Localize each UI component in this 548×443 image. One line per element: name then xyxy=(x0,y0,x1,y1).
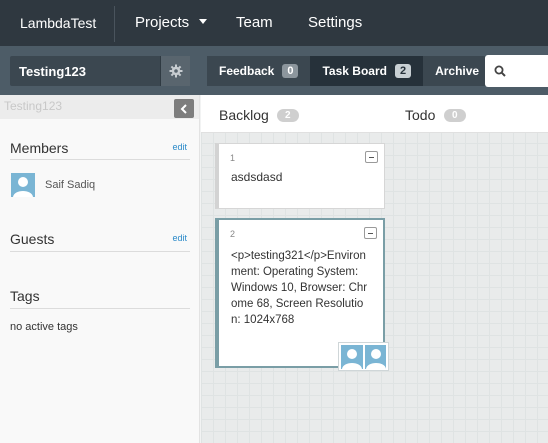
task-id: 1 xyxy=(230,153,236,163)
tab-feedback[interactable]: Feedback 0 xyxy=(207,56,311,86)
tags-heading: Tags xyxy=(10,288,40,304)
feedback-count-badge: 0 xyxy=(282,64,299,78)
members-edit-link[interactable]: edit xyxy=(172,142,187,152)
avatar xyxy=(364,345,386,369)
sidebar-project-title: Testing123 xyxy=(4,99,63,113)
brand-link[interactable]: LambdaTest xyxy=(20,15,96,31)
user-icon xyxy=(365,349,386,369)
column-backlog-count: 2 xyxy=(277,109,299,122)
task-board-count-badge: 2 xyxy=(394,64,412,78)
tab-feedback-label: Feedback xyxy=(219,64,275,78)
user-icon xyxy=(13,177,33,197)
column-header-row: Backlog 2 Todo 0 xyxy=(201,95,548,133)
minimize-card-button[interactable] xyxy=(365,151,378,163)
project-toolbar: Testing123 Feedback 0 Task Board 2 Archi… xyxy=(0,46,548,95)
nav-team[interactable]: Team xyxy=(236,14,273,31)
nav-projects-label: Projects xyxy=(135,14,190,31)
chevron-down-icon xyxy=(199,19,208,24)
task-id: 2 xyxy=(230,229,236,239)
chevron-left-icon xyxy=(180,103,187,114)
member-name: Saif Sadiq xyxy=(45,179,96,191)
task-text: <p>testing321</p>Environment: Operating … xyxy=(231,250,368,326)
collapse-sidebar-button[interactable] xyxy=(174,99,194,118)
tab-task-board[interactable]: Task Board 2 xyxy=(310,56,424,86)
task-card[interactable]: 1 asdsdasd xyxy=(215,143,385,209)
guests-heading: Guests xyxy=(10,231,55,247)
nav-divider xyxy=(114,6,115,42)
project-selector[interactable]: Testing123 xyxy=(10,56,190,86)
search-input[interactable] xyxy=(485,55,548,87)
sidebar-header: Testing123 xyxy=(0,95,199,119)
sidebar: Testing123 Members edit Saif Sadiq Guest… xyxy=(0,95,200,443)
tags-empty-text: no active tags xyxy=(10,321,78,333)
column-todo-title: Todo xyxy=(405,107,436,123)
tab-archive[interactable]: Archive xyxy=(423,56,492,86)
divider xyxy=(10,308,190,309)
avatar[interactable] xyxy=(11,173,35,197)
column-todo-count: 0 xyxy=(444,109,466,122)
minimize-card-button[interactable] xyxy=(364,227,377,239)
members-heading: Members xyxy=(10,140,69,156)
column-backlog-title: Backlog xyxy=(219,107,269,123)
view-tabs: Feedback 0 Task Board 2 Archive xyxy=(207,56,492,86)
divider xyxy=(10,159,190,160)
avatar xyxy=(341,345,363,369)
top-nav: LambdaTest Projects Team Settings xyxy=(0,0,548,46)
gear-icon xyxy=(169,64,182,78)
card-assignees[interactable] xyxy=(338,342,389,371)
tab-task-board-label: Task Board xyxy=(322,64,387,78)
nav-settings[interactable]: Settings xyxy=(308,14,362,31)
guests-edit-link[interactable]: edit xyxy=(172,233,187,243)
task-text: asdsdasd xyxy=(231,170,283,184)
divider xyxy=(10,251,190,252)
project-settings-button[interactable] xyxy=(160,56,190,86)
nav-projects[interactable]: Projects xyxy=(135,14,208,31)
project-name: Testing123 xyxy=(19,64,86,79)
user-icon xyxy=(342,349,362,369)
tab-archive-label: Archive xyxy=(435,64,480,78)
search-icon xyxy=(494,65,506,77)
